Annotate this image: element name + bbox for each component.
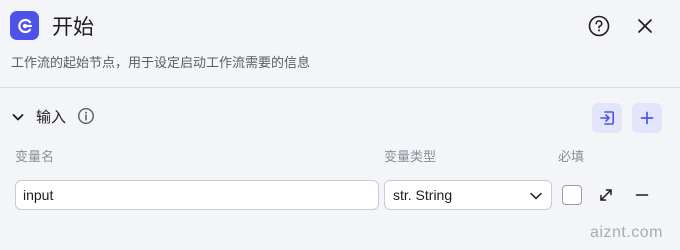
import-icon bbox=[600, 111, 614, 125]
panel-header: 开始 工作流的起始节点，用于设定启动工作流需要的信息 bbox=[0, 0, 680, 88]
close-icon bbox=[638, 19, 652, 33]
plus-icon bbox=[640, 111, 654, 125]
close-button[interactable] bbox=[634, 15, 656, 37]
watermark-text: aiznt.com bbox=[590, 224, 663, 241]
minus-icon bbox=[635, 194, 649, 196]
help-circle-icon[interactable] bbox=[588, 15, 610, 37]
add-input-button[interactable] bbox=[632, 103, 662, 133]
node-description: 工作流的起始节点，用于设定启动工作流需要的信息 bbox=[11, 56, 311, 71]
variable-type-select[interactable]: str. String bbox=[384, 180, 552, 210]
column-header-name: 变量名 bbox=[15, 150, 55, 165]
start-node-icon bbox=[10, 11, 39, 40]
chevron-down-icon bbox=[530, 192, 542, 200]
column-header-type: 变量类型 bbox=[384, 150, 437, 165]
column-header-required: 必填 bbox=[558, 150, 585, 165]
expand-icon bbox=[600, 189, 612, 201]
info-icon[interactable] bbox=[77, 107, 95, 125]
inputs-section-header: 输入 bbox=[0, 100, 680, 134]
remove-row-button[interactable] bbox=[633, 186, 651, 204]
chevron-down-icon[interactable] bbox=[10, 109, 26, 125]
expand-button[interactable] bbox=[597, 186, 615, 204]
variable-name-input[interactable]: input bbox=[15, 180, 379, 210]
import-button[interactable] bbox=[592, 103, 622, 133]
inputs-section-title: 输入 bbox=[36, 108, 67, 126]
node-title: 开始 bbox=[52, 15, 94, 39]
required-checkbox[interactable] bbox=[562, 185, 582, 205]
start-node-panel: 开始 工作流的起始节点，用于设定启动工作流需要的信息 输入 变量名 变量类型 必… bbox=[0, 0, 680, 250]
variable-type-value: str. String bbox=[393, 187, 453, 203]
